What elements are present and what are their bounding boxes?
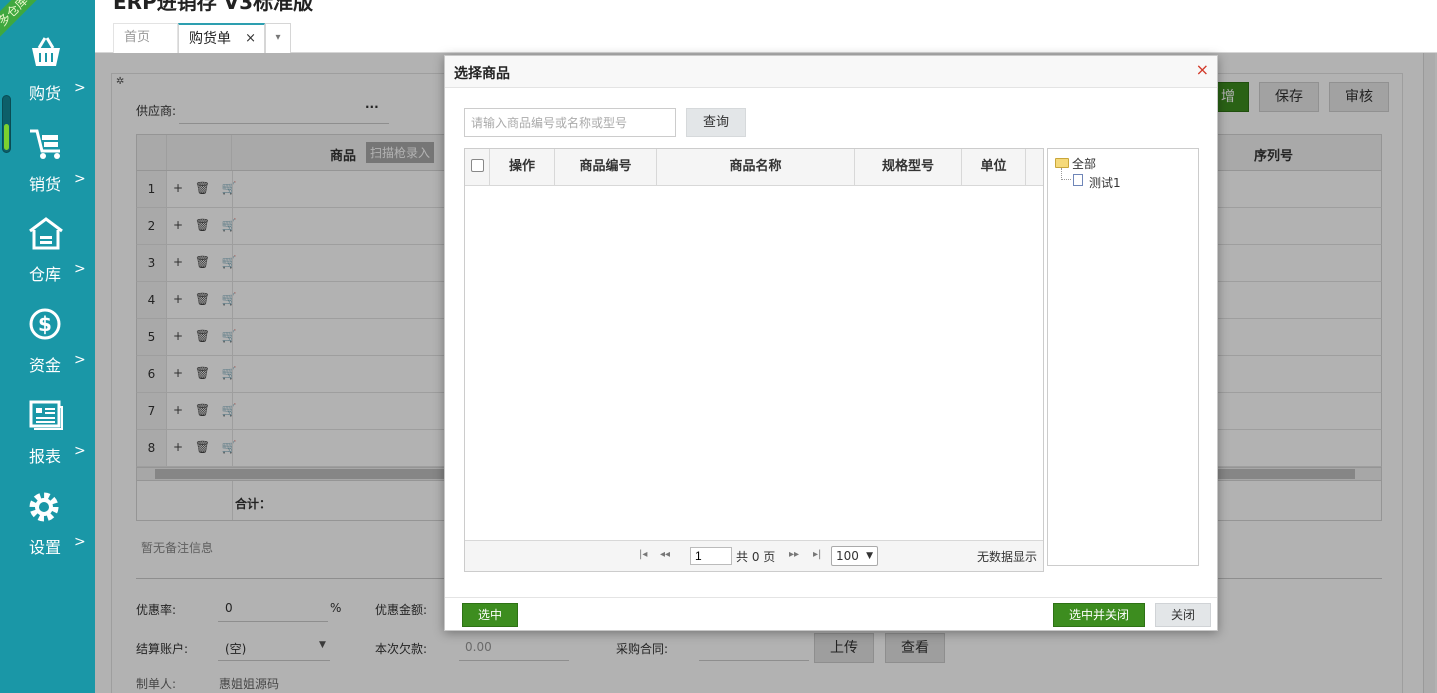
select-all-checkbox[interactable] bbox=[471, 159, 484, 172]
dialog-title: 选择商品 bbox=[454, 66, 510, 82]
warehouse-icon bbox=[29, 217, 63, 250]
tree-node-label: 全部 bbox=[1072, 157, 1097, 171]
chevron-right-icon: > bbox=[74, 261, 86, 277]
sidebar-item-label: 报表 bbox=[29, 447, 62, 466]
gear-icon bbox=[29, 492, 59, 522]
tree-node-label: 测试1 bbox=[1089, 176, 1121, 190]
chevron-right-icon: > bbox=[74, 443, 86, 459]
page-size-select[interactable]: 100 ▼ bbox=[831, 546, 878, 566]
prev-page-icon[interactable]: ◂◂ bbox=[660, 549, 670, 560]
last-page-icon[interactable]: ▸| bbox=[813, 549, 821, 560]
sidebar-item-label: 销货 bbox=[29, 175, 62, 194]
select-button[interactable]: 选中 bbox=[462, 603, 518, 627]
column-header[interactable]: 操作 bbox=[490, 149, 555, 185]
file-icon bbox=[1073, 174, 1083, 186]
category-tree: 全部 测试1 bbox=[1047, 148, 1199, 566]
close-button[interactable]: 关闭 bbox=[1155, 603, 1211, 627]
select-goods-dialog: 选择商品 × 查询 操作 商品编号 商品名称 规格型号 单位 |◂ ◂◂ 共 0… bbox=[444, 55, 1218, 631]
tab-home[interactable]: 首页 bbox=[113, 23, 178, 53]
next-page-icon[interactable]: ▸▸ bbox=[789, 549, 799, 560]
chevron-down-icon: ▼ bbox=[866, 551, 873, 561]
close-icon[interactable]: × bbox=[1196, 60, 1209, 79]
sidebar: 多仓库 购货 > 销货 > 仓库 > $ 资金 > 报表 > 设置 > bbox=[0, 0, 95, 693]
tab-bar: 首页 购货单 × ▾ bbox=[95, 20, 1437, 53]
goods-table-header: 操作 商品编号 商品名称 规格型号 单位 bbox=[465, 149, 1043, 186]
svg-text:$: $ bbox=[38, 312, 52, 336]
dialog-header: 选择商品 × bbox=[445, 56, 1217, 88]
column-header[interactable]: 商品编号 bbox=[555, 149, 657, 185]
tab-purchase-order[interactable]: 购货单 × bbox=[178, 23, 265, 53]
page-number-input[interactable] bbox=[690, 547, 732, 565]
column-header[interactable]: 单位 bbox=[962, 149, 1026, 185]
chevron-right-icon: > bbox=[74, 352, 86, 368]
select-all-cell bbox=[465, 149, 490, 185]
column-header[interactable]: 规格型号 bbox=[855, 149, 962, 185]
empty-data-text: 无数据显示 bbox=[976, 550, 1037, 564]
page-size-value: 100 bbox=[836, 549, 859, 563]
app-title: ERP进销存 V3标准版 bbox=[113, 0, 314, 14]
dialog-footer: 选中 选中并关闭 关闭 bbox=[445, 597, 1217, 631]
chevron-right-icon: > bbox=[74, 171, 86, 187]
goods-search-input[interactable] bbox=[464, 108, 676, 137]
report-icon bbox=[29, 400, 63, 430]
first-page-icon[interactable]: |◂ bbox=[639, 549, 647, 560]
sidebar-item-sales[interactable]: 销货 > bbox=[0, 127, 95, 209]
sidebar-item-funds[interactable]: $ 资金 > bbox=[0, 308, 95, 390]
sidebar-item-purchase[interactable]: 购货 > bbox=[0, 36, 95, 118]
search-button[interactable]: 查询 bbox=[686, 108, 746, 137]
tab-label: 购货单 bbox=[189, 31, 231, 47]
sidebar-item-label: 设置 bbox=[29, 538, 62, 557]
dollar-icon: $ bbox=[29, 308, 61, 340]
close-icon[interactable]: × bbox=[245, 25, 256, 53]
sidebar-item-warehouse[interactable]: 仓库 > bbox=[0, 217, 95, 299]
select-and-close-button[interactable]: 选中并关闭 bbox=[1053, 603, 1145, 627]
sidebar-item-label: 购货 bbox=[29, 84, 62, 103]
basket-icon bbox=[32, 37, 60, 66]
pagination-bar: |◂ ◂◂ 共 0 页 ▸▸ ▸| 100 ▼ 无数据显示 bbox=[465, 540, 1043, 571]
tab-more-dropdown[interactable]: ▾ bbox=[265, 23, 291, 53]
chevron-right-icon: > bbox=[74, 80, 86, 96]
sidebar-item-settings[interactable]: 设置 > bbox=[0, 490, 95, 572]
cart-icon bbox=[30, 129, 60, 159]
chevron-right-icon: > bbox=[74, 534, 86, 550]
page-total-text: 共 0 页 bbox=[736, 550, 776, 564]
folder-icon bbox=[1055, 158, 1069, 168]
column-header[interactable]: 商品名称 bbox=[657, 149, 855, 185]
sidebar-item-label: 仓库 bbox=[29, 265, 62, 284]
sidebar-item-reports[interactable]: 报表 > bbox=[0, 399, 95, 481]
goods-table: 操作 商品编号 商品名称 规格型号 单位 |◂ ◂◂ 共 0 页 ▸▸ ▸| 1… bbox=[464, 148, 1044, 572]
tree-connector bbox=[1061, 168, 1071, 180]
sidebar-item-label: 资金 bbox=[29, 356, 62, 375]
